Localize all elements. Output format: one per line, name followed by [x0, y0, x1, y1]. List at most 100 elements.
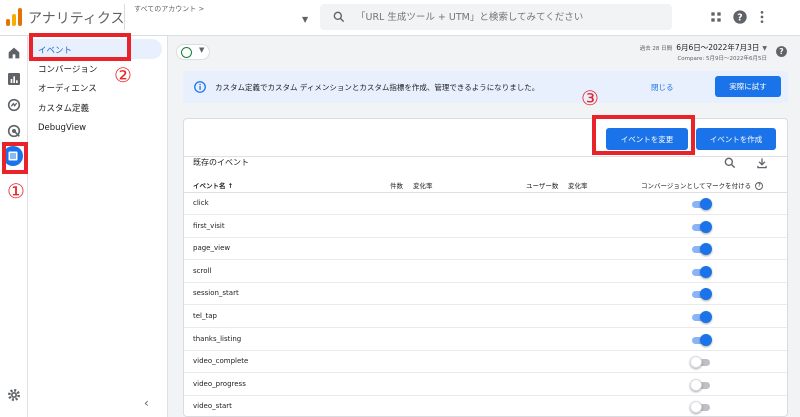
- toggle-thumb: [690, 378, 702, 391]
- search-input[interactable]: [356, 4, 656, 30]
- existing-events-title: 既存のイベント: [193, 158, 249, 167]
- table-row[interactable]: scroll: [184, 261, 787, 283]
- ga4-app: アナリティクス すべてのアカウント > ▼ ? イベント: [0, 0, 800, 417]
- top-bar: アナリティクス すべてのアカウント > ▼ ?: [0, 0, 800, 36]
- conversion-help-icon[interactable]: ?: [755, 182, 764, 190]
- toggle-thumb: [690, 356, 702, 369]
- advertising-icon[interactable]: [6, 123, 22, 139]
- settings-gear-icon[interactable]: [6, 387, 22, 403]
- analytics-logo-icon: [6, 8, 22, 26]
- download-icon[interactable]: [755, 156, 769, 170]
- page-help-icon[interactable]: ?: [775, 45, 788, 58]
- event-name-cell: click: [193, 199, 209, 207]
- collapse-chevron-icon[interactable]: ‹: [144, 396, 149, 410]
- events-card: イベントを変更 イベントを作成 既存のイベント イベント名 ↑ 件数 変化率 ユ…: [183, 118, 788, 417]
- nav-item-conversions[interactable]: コンバージョン: [38, 63, 97, 75]
- conversion-toggle[interactable]: [690, 243, 712, 256]
- annotation-box-1: [2, 142, 28, 174]
- compare-range: Compare: 5月9日～2022年6月5日: [677, 56, 767, 62]
- event-name-cell: thanks_listing: [193, 334, 242, 343]
- search-table-icon[interactable]: [723, 156, 737, 170]
- table-row[interactable]: tel_tap: [184, 306, 787, 328]
- account-selector[interactable]: すべてのアカウント >: [134, 4, 204, 14]
- toggle-thumb: [700, 198, 712, 210]
- event-name-cell: session_start: [193, 289, 239, 298]
- left-rail: [0, 36, 28, 417]
- svg-text:?: ?: [779, 47, 783, 56]
- conversion-toggle[interactable]: [690, 333, 712, 346]
- card-divider: [184, 156, 787, 157]
- event-name-cell: page_view: [193, 244, 231, 253]
- event-name-cell: first_visit: [193, 221, 225, 230]
- toggle-thumb: [700, 243, 712, 256]
- info-icon: [194, 81, 206, 93]
- event-name-cell: video_complete: [193, 357, 249, 366]
- conversion-toggle[interactable]: [690, 311, 712, 323]
- explore-icon[interactable]: [6, 97, 22, 113]
- col-mark-as-conversion: コンバージョンとしてマークを付ける ?: [641, 180, 764, 190]
- annotation-box-2: [29, 33, 131, 61]
- mark-as-conversion-label: コンバージョンとしてマークを付ける: [641, 182, 752, 190]
- search-box[interactable]: [320, 4, 672, 30]
- table-row[interactable]: video_complete: [184, 351, 787, 374]
- search-icon: [333, 11, 345, 23]
- nav-item-audiences[interactable]: オーディエンス: [38, 82, 97, 94]
- col-count[interactable]: 件数: [390, 180, 403, 190]
- annotation-box-3: [592, 115, 695, 155]
- event-name-cell: video_progress: [193, 379, 246, 388]
- annotation-number-3: ③: [581, 86, 599, 110]
- banner-text: カスタム定義でカスタム ディメンションとカスタム指標を作成、管理できるようになり…: [215, 83, 540, 92]
- status-filter-chip[interactable]: ▼: [176, 44, 210, 60]
- annotation-number-1: ①: [7, 179, 25, 203]
- date-caret-icon: ▼: [762, 45, 767, 52]
- event-name-cell: tel_tap: [193, 312, 217, 320]
- info-banner: カスタム定義でカスタム ディメンションとカスタム指標を作成、管理できるようになり…: [183, 71, 788, 103]
- nav-item-custom-definitions[interactable]: カスタム定義: [38, 102, 89, 114]
- col-users-change-rate[interactable]: 変化率: [568, 180, 588, 190]
- help-icon[interactable]: ?: [732, 9, 748, 25]
- table-row[interactable]: click: [184, 193, 787, 215]
- annotation-number-2: ②: [114, 63, 132, 87]
- apps-grid-icon[interactable]: [708, 9, 724, 25]
- table-row[interactable]: video_start: [184, 396, 787, 416]
- table-row[interactable]: first_visit: [184, 216, 787, 238]
- date-range-value: 6月6日～2022年7月3日: [676, 43, 760, 52]
- table-row[interactable]: video_progress: [184, 374, 787, 396]
- toggle-thumb: [700, 333, 712, 346]
- home-icon[interactable]: [6, 45, 22, 61]
- conversion-toggle[interactable]: [690, 378, 712, 391]
- svg-text:?: ?: [737, 12, 742, 23]
- toggle-thumb: [690, 401, 702, 414]
- date-range-prefix: 過去 28 日間: [639, 46, 673, 52]
- reports-icon[interactable]: [6, 71, 22, 87]
- toggle-thumb: [700, 265, 712, 278]
- col-users[interactable]: ユーザー数: [526, 180, 558, 190]
- app-title: アナリティクス: [28, 11, 125, 27]
- more-vert-icon[interactable]: [754, 9, 770, 25]
- event-name-cell: scroll: [193, 266, 212, 275]
- main-content: ▼ 過去 28 日間 6月6日～2022年7月3日 ▼ Compare: 5月9日～…: [168, 36, 800, 417]
- toggle-thumb: [700, 220, 712, 233]
- chip-caret-icon: ▼: [199, 46, 205, 54]
- nav-item-debugview[interactable]: DebugView: [38, 123, 86, 133]
- toggle-thumb: [700, 288, 712, 301]
- banner-close-link[interactable]: 閉じる: [651, 82, 674, 93]
- conversion-toggle[interactable]: [690, 220, 712, 233]
- create-event-button[interactable]: イベントを作成: [696, 128, 776, 150]
- conversion-toggle[interactable]: [690, 356, 712, 369]
- toggle-thumb: [700, 311, 712, 323]
- table-row[interactable]: page_view: [184, 238, 787, 261]
- col-change-rate[interactable]: 変化率: [413, 180, 433, 190]
- conversion-toggle[interactable]: [690, 198, 712, 210]
- table-row[interactable]: thanks_listing: [184, 329, 787, 351]
- date-range-selector[interactable]: 過去 28 日間 6月6日～2022年7月3日 ▼: [640, 42, 767, 53]
- conversion-toggle[interactable]: [690, 288, 712, 301]
- try-it-button[interactable]: 実際に試す: [715, 76, 781, 97]
- table-row[interactable]: session_start: [184, 283, 787, 306]
- conversion-toggle[interactable]: [690, 401, 712, 414]
- account-divider: [124, 4, 125, 30]
- event-name-cell: video_start: [193, 402, 232, 411]
- col-event-name[interactable]: イベント名 ↑: [193, 180, 233, 190]
- account-caret-icon[interactable]: ▼: [302, 15, 308, 24]
- conversion-toggle[interactable]: [690, 265, 712, 278]
